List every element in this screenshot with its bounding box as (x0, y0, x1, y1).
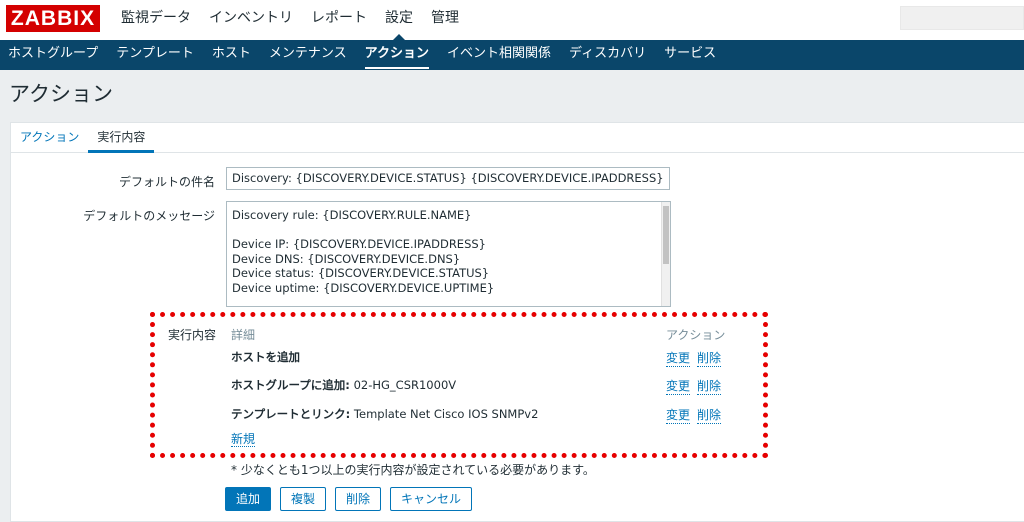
add-button[interactable]: 追加 (225, 487, 272, 511)
form-panel: アクション 実行内容 デフォルトの件名 Discovery: {DISCOVER… (10, 122, 1024, 522)
subject-input[interactable]: Discovery: {DISCOVERY.DEVICE.STATUS} {DI… (226, 167, 670, 190)
zabbix-logo[interactable]: ZABBIX (6, 5, 100, 32)
sub-menu-hosts[interactable]: ホスト (203, 40, 260, 70)
sub-menu-maintenance[interactable]: メンテナンス (260, 40, 356, 70)
top-menu-monitoring[interactable]: 監視データ (112, 0, 200, 40)
form-buttons: 追加 複製 削除 キャンセル (225, 487, 473, 511)
message-scrollbar[interactable] (661, 202, 670, 306)
edit-link[interactable]: 変更 (666, 349, 691, 367)
remove-link[interactable]: 削除 (697, 349, 722, 367)
operation-description: ホストを追加 (231, 350, 300, 364)
sub-menu-event-correlation[interactable]: イベント相関関係 (438, 40, 560, 70)
operation-actions: 変更 削除 (666, 349, 722, 367)
top-menu-administration[interactable]: 管理 (422, 0, 468, 40)
new-operation-row: 新規 (231, 430, 731, 447)
cancel-button[interactable]: キャンセル (390, 487, 473, 511)
sub-menu: ホストグループ テンプレート ホスト メンテナンス アクション イベント相関関係… (0, 40, 1024, 70)
edit-link[interactable]: 変更 (666, 406, 691, 424)
message-label: デフォルトのメッセージ (83, 209, 215, 223)
top-menu: 監視データ インベントリ レポート 設定 管理 (112, 0, 468, 40)
table-row: ホストグループに追加: 02-HG_CSR1000V 変更 削除 (231, 377, 731, 395)
scrollbar-thumb[interactable] (663, 206, 669, 264)
remove-link[interactable]: 削除 (697, 406, 722, 424)
delete-button[interactable]: 削除 (335, 487, 382, 511)
operations-header-details: 詳細 (231, 328, 256, 342)
top-menu-configuration[interactable]: 設定 (376, 0, 422, 40)
operation-actions: 変更 削除 (666, 377, 722, 395)
table-row: テンプレートとリンク: Template Net Cisco IOS SNMPv… (231, 406, 731, 424)
subject-label: デフォルトの件名 (118, 175, 215, 189)
message-text: Discovery rule: {DISCOVERY.RULE.NAME} De… (232, 208, 495, 295)
sub-menu-templates[interactable]: テンプレート (107, 40, 203, 70)
required-note: * 少なくとも1つ以上の実行内容が設定されている必要があります。 (231, 463, 595, 477)
table-row: ホストを追加 変更 削除 (231, 349, 731, 367)
top-bar: ZABBIX 監視データ インベントリ レポート 設定 管理 (0, 0, 1024, 40)
operation-description: テンプレートとリンク: Template Net Cisco IOS SNMPv… (231, 407, 539, 421)
tab-action[interactable]: アクション (11, 123, 88, 152)
operations-label: 実行内容 (167, 328, 216, 342)
operation-description: ホストグループに追加: 02-HG_CSR1000V (231, 378, 457, 392)
operation-actions: 変更 削除 (666, 406, 722, 424)
sub-menu-host-groups[interactable]: ホストグループ (0, 40, 107, 70)
operations-header-action: アクション (666, 328, 726, 342)
message-textarea[interactable]: Discovery rule: {DISCOVERY.RULE.NAME} De… (226, 201, 671, 307)
search-input[interactable] (900, 6, 1024, 30)
top-menu-reports[interactable]: レポート (302, 0, 376, 40)
new-operation-link[interactable]: 新規 (231, 432, 256, 447)
sub-menu-services[interactable]: サービス (655, 40, 725, 70)
sub-menu-discovery[interactable]: ディスカバリ (560, 40, 655, 70)
page-title: アクション (9, 82, 113, 106)
sub-menu-actions[interactable]: アクション (356, 40, 438, 70)
clone-button[interactable]: 複製 (280, 487, 327, 511)
top-menu-inventory[interactable]: インベントリ (200, 0, 302, 40)
tab-bar: アクション 実行内容 (11, 123, 1024, 153)
remove-link[interactable]: 削除 (697, 377, 722, 395)
edit-link[interactable]: 変更 (666, 377, 691, 395)
tab-operations[interactable]: 実行内容 (88, 123, 155, 153)
